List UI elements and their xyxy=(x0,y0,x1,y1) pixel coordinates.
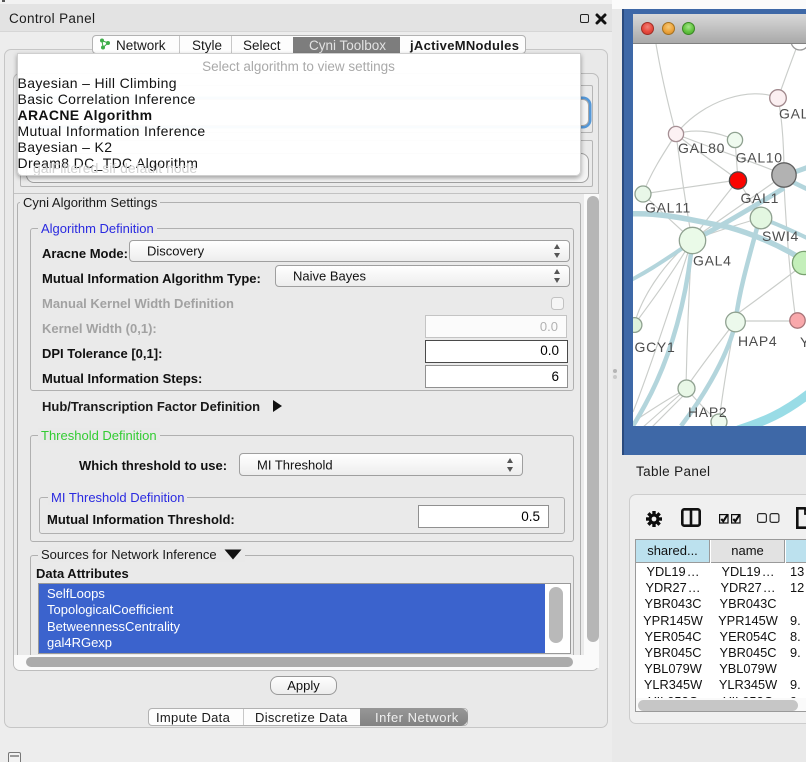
svg-text:GCY1: GCY1 xyxy=(635,339,676,355)
svg-text:GAL4: GAL4 xyxy=(693,253,732,269)
svg-text:GAL1: GAL1 xyxy=(741,190,780,206)
svg-text:SWI4: SWI4 xyxy=(762,228,799,244)
svg-text:GAL80: GAL80 xyxy=(678,140,725,156)
svg-text:GAL: GAL xyxy=(779,106,806,122)
svg-text:HAP4: HAP4 xyxy=(738,333,777,349)
svg-text:HAP2: HAP2 xyxy=(688,404,727,420)
svg-text:GAL11: GAL11 xyxy=(645,200,691,216)
svg-text:Y: Y xyxy=(800,334,806,350)
svg-text:GAL10: GAL10 xyxy=(736,150,783,166)
